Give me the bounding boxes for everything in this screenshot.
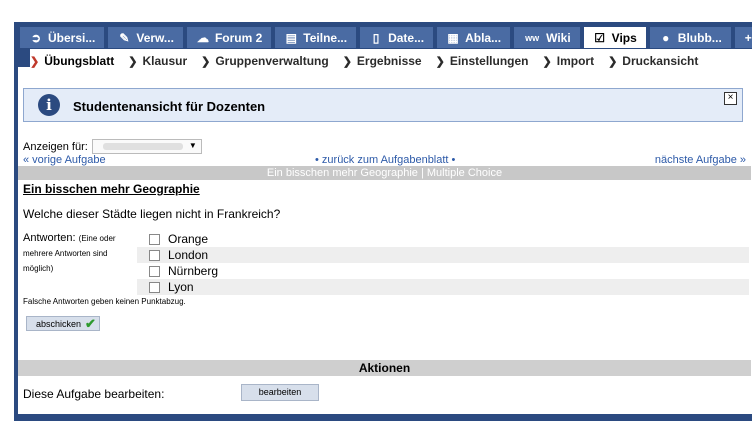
- answer-checkbox[interactable]: [149, 249, 160, 261]
- compass-icon: ➲: [30, 30, 42, 45]
- edit-task-label: Diese Aufgabe bearbeiten:: [23, 387, 165, 401]
- tab-ablaufplan[interactable]: ▦ Abla...: [437, 27, 511, 48]
- sub-navigation: ❯ Übungsblatt ❯ Klausur ❯ Gruppenverwaltung…: [30, 49, 752, 73]
- blurred-student-name: [102, 143, 183, 150]
- subnav-gruppenverwaltung[interactable]: ❯ Gruppenverwaltung: [201, 54, 329, 68]
- chevron-down-icon: ▼: [188, 141, 197, 150]
- answer-checkbox[interactable]: [149, 281, 160, 293]
- tab-uebersicht[interactable]: ➲ Übersi...: [20, 27, 105, 48]
- blubber-icon: ●: [662, 30, 670, 45]
- participants-icon: ▤: [285, 30, 297, 45]
- question-title: Ein bisschen mehr Geographie: [23, 182, 200, 196]
- arrow-right-icon: ❯: [542, 55, 552, 68]
- actions-header: Aktionen: [18, 360, 751, 376]
- show-for-row: Anzeigen für: ▼: [23, 139, 202, 154]
- checkmark-icon: ✔: [85, 315, 96, 331]
- tab-teilnehmende[interactable]: ▤ Teilne...: [275, 27, 357, 48]
- close-icon[interactable]: ×: [724, 92, 737, 105]
- submit-button[interactable]: abschicken ✔: [26, 316, 100, 331]
- arrow-right-icon: ❯: [608, 55, 618, 68]
- answer-option-lyon: Lyon: [137, 279, 749, 295]
- arrow-right-icon: ❯: [342, 55, 352, 68]
- tab-vips[interactable]: ☑ Vips: [583, 27, 646, 48]
- next-task-link[interactable]: nächste Aufgabe »: [655, 154, 746, 166]
- answer-option-london: London: [137, 247, 749, 263]
- question-text: Welche dieser Städte liegen nicht in Fra…: [23, 207, 281, 221]
- prev-task-link[interactable]: « vorige Aufgabe: [23, 154, 106, 166]
- tab-verwaltung[interactable]: ✎ Verw...: [108, 27, 183, 48]
- answer-checkbox[interactable]: [149, 265, 160, 277]
- info-text: Studentenansicht für Dozenten: [73, 99, 266, 114]
- scoring-hint: Falsche Antworten geben keinen Punktabzu…: [23, 297, 186, 306]
- answers-label: Antworten: (Eine oder mehrere Antworten …: [23, 232, 116, 273]
- answer-list: Orange London Nürnberg Lyon: [137, 231, 749, 295]
- arrow-right-icon: ❯: [435, 55, 445, 68]
- task-header: Ein bisschen mehr Geographie | Multiple …: [18, 166, 751, 180]
- tab-bar: ➲ Übersi... ✎ Verw... ☁ Forum 2 ▤ Teilne... …: [20, 27, 752, 48]
- arrow-right-icon: ❯: [201, 55, 211, 68]
- speech-bubble-icon: ☁: [196, 30, 209, 45]
- back-to-sheet-link[interactable]: • zurück zum Aufgabenblatt •: [315, 154, 455, 166]
- subnav-druckansicht[interactable]: ❯ Druckansicht: [608, 54, 698, 68]
- wrench-icon: ✎: [119, 30, 130, 45]
- files-icon: ▯: [372, 30, 380, 45]
- arrow-right-icon: ❯: [30, 55, 40, 68]
- arrow-right-icon: ❯: [128, 55, 138, 68]
- tab-blubber[interactable]: ● Blubb...: [649, 27, 731, 48]
- tab-forum[interactable]: ☁ Forum 2: [186, 27, 272, 48]
- subnav-klausur[interactable]: ❯ Klausur: [128, 54, 187, 68]
- tab-dateien[interactable]: ▯ Date...: [360, 27, 434, 48]
- info-message: i Studentenansicht für Dozenten ×: [23, 88, 743, 122]
- tab-add[interactable]: +: [734, 27, 752, 48]
- task-navigation: « vorige Aufgabe • zurück zum Aufgabenbl…: [23, 154, 746, 166]
- student-select[interactable]: ▼: [91, 139, 202, 154]
- subnav-import[interactable]: ❯ Import: [543, 54, 595, 68]
- subnav-ergebnisse[interactable]: ❯ Ergebnisse: [343, 54, 422, 68]
- plus-icon: +: [744, 30, 752, 45]
- subnav-uebungsblatt[interactable]: ❯ Übungsblatt: [30, 54, 114, 68]
- checkbox-icon: ☑: [594, 30, 606, 45]
- subnav-einstellungen[interactable]: ❯ Einstellungen: [436, 54, 529, 68]
- tab-wiki[interactable]: ww Wiki: [514, 27, 580, 48]
- answer-option-nuernberg: Nürnberg: [137, 263, 749, 279]
- wiki-icon: ww: [525, 32, 540, 43]
- answer-checkbox[interactable]: [149, 233, 160, 245]
- show-for-label: Anzeigen für:: [23, 140, 88, 153]
- edit-button[interactable]: bearbeiten: [241, 384, 319, 401]
- calendar-icon: ▦: [447, 30, 459, 45]
- info-icon: i: [38, 94, 60, 116]
- answer-option-orange: Orange: [137, 231, 749, 247]
